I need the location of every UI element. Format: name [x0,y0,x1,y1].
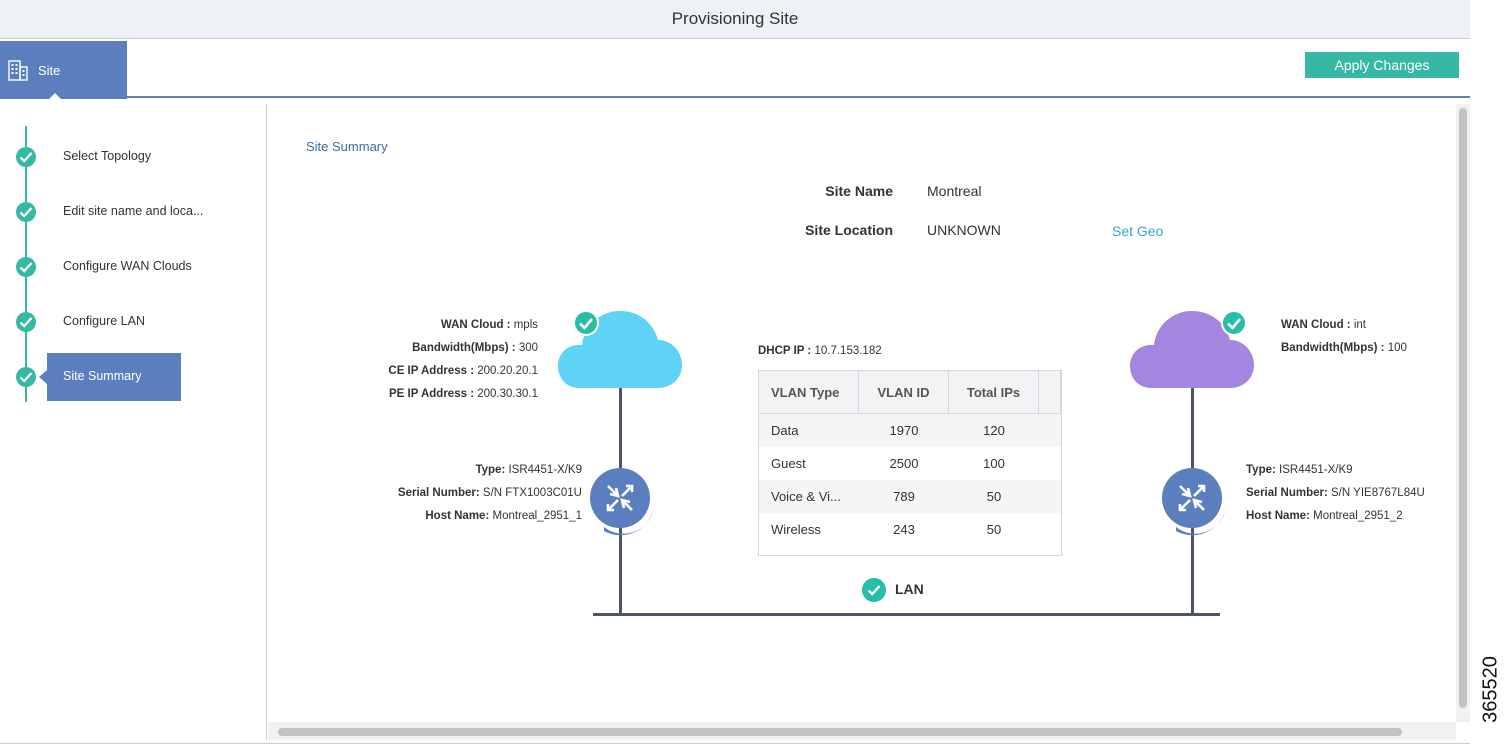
check-icon [573,310,599,336]
step-site-summary[interactable]: Site Summary [0,353,267,401]
table-row[interactable]: Data 1970 120 [759,414,1061,447]
table-row[interactable]: Voice & Vi... 789 50 [759,480,1061,513]
type-row: Type: ISR4451-X/K9 [1246,464,1353,476]
step-label: Configure LAN [63,314,145,328]
site-location-label: Site Location [805,222,893,238]
wan-cloud-row: WAN Cloud : int [1281,319,1366,331]
total-ips-cell: 50 [986,522,1002,537]
vlan-id-cell: 789 [893,489,915,504]
check-icon [16,147,36,167]
host-row: Host Name: Montreal_2951_2 [1246,510,1403,522]
total-ips-cell: 120 [983,423,1005,438]
building-icon [8,60,28,81]
wan-cloud-row: WAN Cloud : mpls [440,319,538,331]
step-select-topology[interactable]: Select Topology [0,133,267,181]
left-router[interactable] [590,467,660,541]
table-row[interactable]: Wireless 243 50 [759,513,1061,546]
check-icon [862,578,886,602]
check-icon [1221,310,1247,336]
left-device-info: Type: ISR4451-X/K9 Serial Number: S/N FT… [338,459,582,528]
site-summary-panel: Site Summary Site Name Montreal Site Loc… [268,104,1456,722]
router-icon [1162,468,1226,536]
serial-row: Serial Number: S/N FTX1003C01U [397,487,582,499]
step-label: Select Topology [63,149,152,163]
apply-changes-button[interactable]: Apply Changes [1305,52,1459,78]
set-geo-link[interactable]: Set Geo [1112,223,1163,239]
vlan-id-cell: 2500 [889,456,919,471]
lan-label: LAN [895,581,924,597]
active-tab-caret [48,93,62,100]
table-row[interactable]: Guest 2500 100 [759,447,1061,480]
vlan-type-cell: Data [771,423,799,438]
check-icon [16,312,36,332]
right-device-info: Type: ISR4451-X/K9 Serial Number: S/N YI… [1246,459,1425,528]
vlan-type-cell: Wireless [771,522,821,537]
step-configure-wan-clouds[interactable]: Configure WAN Clouds [0,243,267,291]
figure-id-text: 365520 [1479,656,1502,723]
figure-id: 365520 [1474,640,1504,740]
window-title: Provisioning Site [671,9,799,28]
left-wan-info: WAN Cloud : mpls Bandwidth(Mbps) : 300 C… [358,314,538,406]
horizontal-scrollbar-thumb[interactable] [278,728,1402,736]
step-label: Site Summary [63,369,142,383]
check-icon [16,367,36,387]
bottom-divider [0,743,1470,744]
site-name-label: Site Name [825,183,893,199]
column-header-spacer [1039,371,1061,413]
vlan-id-cell: 243 [893,522,915,537]
step-configure-lan[interactable]: Configure LAN [0,298,267,346]
column-header: VLAN ID [859,371,949,413]
pe-ip-row: PE IP Address : 200.30.30.1 [389,388,538,400]
column-header: Total IPs [949,371,1039,413]
step-label: Configure WAN Clouds [63,259,192,273]
section-title: Site Summary [306,139,388,154]
top-bar: Site Apply Changes [0,39,1470,100]
tab-site-label: Site [38,62,61,78]
vlan-type-cell: Guest [771,456,806,471]
site-name-value: Montreal [927,183,982,199]
vlan-table: VLAN Type VLAN ID Total IPs Data 1970 12… [758,370,1062,556]
wizard-steps-sidebar: Select Topology Edit site name and loca.… [0,104,267,740]
router-icon [590,468,654,539]
ce-ip-row: CE IP Address : 200.20.20.1 [388,365,538,377]
serial-row: Serial Number: S/N YIE8767L84U [1246,487,1425,499]
vertical-scrollbar-thumb[interactable] [1459,108,1467,708]
site-location-value: UNKNOWN [927,222,1001,238]
total-ips-cell: 50 [986,489,1002,504]
title-bar: Provisioning Site [0,0,1470,39]
step-label: Edit site name and loca... [63,204,204,218]
bandwidth-row: Bandwidth(Mbps) : 300 [412,342,538,354]
type-row: Type: ISR4451-X/K9 [475,464,582,476]
vlan-type-cell: Voice & Vi... [771,489,841,504]
check-icon [16,202,36,222]
table-header: VLAN Type VLAN ID Total IPs [759,371,1061,414]
vlan-id-cell: 1970 [889,423,919,438]
step-edit-site-name[interactable]: Edit site name and loca... [0,188,267,236]
lan-bus-line [593,613,1220,616]
dhcp-ip: DHCP IP : 10.7.153.182 [758,345,882,357]
right-router[interactable] [1162,467,1232,541]
check-icon [16,257,36,277]
cloud-label: Public [1300,353,1338,367]
host-row: Host Name: Montreal_2951_1 [425,510,582,522]
total-ips-cell: 100 [983,456,1005,471]
tab-site[interactable]: Site [0,41,127,100]
table-body: Data 1970 120 Guest 2500 100 Voice & Vi.… [759,414,1061,546]
column-header: VLAN Type [759,371,859,413]
